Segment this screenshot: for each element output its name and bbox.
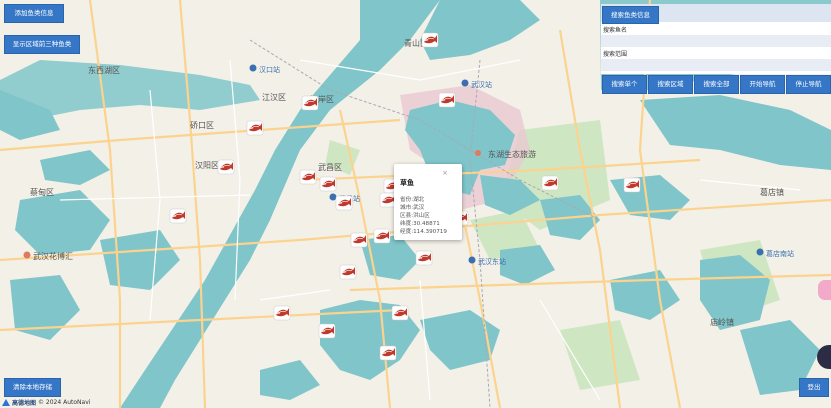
fish-marker-icon[interactable] (301, 95, 319, 111)
fish-marker-icon[interactable] (421, 32, 439, 48)
amap-logo-icon (2, 399, 10, 406)
fish-marker-icon[interactable] (318, 323, 336, 339)
label-hankou-station: 汉口站 (259, 65, 280, 74)
fish-marker-icon[interactable] (319, 176, 337, 192)
label-miaoling: 庙岭镇 (710, 317, 734, 327)
search-all-button[interactable]: 搜索全部 (694, 75, 739, 94)
show-top-three-button[interactable]: 显示区域前三种鱼类 (4, 35, 80, 54)
popup-row-latitude: 纬度:30.48871 (400, 221, 440, 227)
poi-pin-icon (23, 251, 31, 259)
fish-marker-icon[interactable] (379, 345, 397, 361)
popup-title: 草鱼 (400, 179, 414, 187)
fish-marker-icon[interactable] (217, 159, 235, 175)
label-gedian-south: 葛店南站 (766, 249, 794, 258)
station-pin-icon (329, 193, 337, 201)
label-hanyang: 汉阳区 (195, 161, 219, 170)
popup-row-city: 城市:武汉 (400, 205, 425, 211)
fish-marker-icon[interactable] (391, 305, 409, 321)
label-dongxihu: 东西湖区 (88, 65, 120, 75)
start-navigation-button[interactable]: 开始导航 (740, 75, 785, 94)
station-pin-icon (249, 64, 257, 72)
label-jianghan: 江汉区 (262, 93, 286, 102)
search-range-label: 搜索范围 (603, 51, 628, 58)
fish-marker-icon[interactable] (169, 208, 187, 224)
fish-info-popup: × 草鱼 省份:湖北 城市:武汉 区县:洪山区 纬度:30.48871 经度:1… (394, 164, 462, 240)
search-area-button[interactable]: 搜索区域 (648, 75, 693, 94)
station-pin-icon (756, 248, 764, 256)
clear-storage-button[interactable]: 清除本地存储 (4, 378, 61, 397)
fish-marker-icon[interactable] (299, 169, 317, 185)
search-range-input[interactable] (601, 59, 831, 71)
search-name-label: 搜索鱼名 (603, 27, 628, 34)
fish-marker-icon[interactable] (373, 228, 391, 244)
close-icon[interactable]: × (442, 169, 448, 177)
map-copyright: 高德地图 © 2024 AutoNavi (2, 398, 90, 407)
station-pin-icon (461, 79, 469, 87)
copyright-text: © 2024 AutoNavi (38, 399, 91, 406)
label-east-lake-tour: 东湖生态旅游 (488, 149, 536, 159)
stop-navigation-button[interactable]: 停止导航 (786, 75, 831, 94)
add-fish-button[interactable]: 添加鱼类信息 (4, 4, 64, 23)
label-gedian: 葛店镇 (760, 187, 784, 197)
popup-row-province: 省份:湖北 (400, 197, 425, 203)
fish-marker-icon[interactable] (415, 250, 433, 266)
fish-marker-icon[interactable] (623, 177, 641, 193)
search-single-button[interactable]: 搜索单个 (602, 75, 647, 94)
map-layer-control[interactable] (818, 280, 831, 300)
label-qiaokou: 硚口区 (190, 121, 214, 130)
logout-button[interactable]: 登出 (799, 378, 829, 397)
popup-row-longitude: 经度:114.390719 (400, 229, 447, 235)
fish-marker-icon[interactable] (273, 305, 291, 321)
search-fish-title-button[interactable]: 搜索鱼类信息 (602, 6, 659, 24)
label-caidian: 蔡甸区 (30, 187, 54, 197)
label-wuchang: 武昌区 (318, 162, 342, 172)
search-panel: 搜索鱼类信息 搜索鱼名 搜索范围 (601, 4, 831, 74)
fish-marker-icon[interactable] (541, 175, 559, 191)
fish-marker-icon[interactable] (339, 264, 357, 280)
label-huayuan: 武汉花博汇 (33, 251, 73, 261)
label-east-station: 武汉东站 (478, 257, 506, 266)
fish-marker-icon[interactable] (246, 120, 264, 136)
fish-marker-icon[interactable] (350, 232, 368, 248)
fish-marker-icon[interactable] (438, 92, 456, 108)
amap-logo-text: 高德地图 (12, 400, 37, 407)
search-name-input[interactable] (601, 35, 831, 47)
fish-marker-icon[interactable] (335, 195, 353, 211)
label-wuhan-station: 武汉站 (471, 80, 492, 89)
station-pin-icon (468, 256, 476, 264)
poi-pin-icon (475, 150, 481, 156)
popup-row-district: 区县:洪山区 (400, 213, 430, 219)
